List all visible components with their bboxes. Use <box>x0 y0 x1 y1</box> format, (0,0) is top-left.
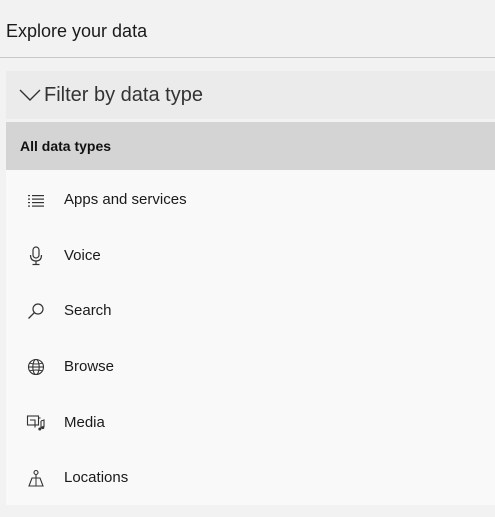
data-type-label: Apps and services <box>64 191 187 208</box>
data-type-item-apps-and-services[interactable]: Apps and services <box>6 178 495 222</box>
data-type-label: Browse <box>64 358 115 375</box>
globe-icon <box>26 357 46 377</box>
data-type-list: All data types Apps and services Voice S… <box>6 122 495 505</box>
microphone-icon <box>26 246 46 266</box>
data-type-label: Search <box>64 302 112 319</box>
media-icon <box>26 413 46 433</box>
data-type-label: Media <box>64 414 105 431</box>
data-type-item-locations[interactable]: Locations <box>6 456 495 500</box>
data-type-item-search[interactable]: Search <box>6 289 495 333</box>
data-type-item-browse[interactable]: Browse <box>6 345 495 389</box>
data-type-item-all[interactable]: All data types <box>6 122 495 170</box>
data-type-item-voice[interactable]: Voice <box>6 234 495 278</box>
list-icon <box>26 190 46 210</box>
chevron-down-icon <box>19 88 41 102</box>
title-divider <box>0 57 495 58</box>
data-type-item-media[interactable]: Media <box>6 401 495 445</box>
data-type-label: All data types <box>20 138 112 154</box>
filter-by-data-type-toggle[interactable]: Filter by data type <box>6 71 495 119</box>
page-title: Explore your data <box>6 21 148 41</box>
location-icon <box>26 468 46 488</box>
data-type-label: Locations <box>64 469 129 486</box>
data-type-label: Voice <box>64 247 101 264</box>
search-icon <box>26 301 46 321</box>
filter-label: Filter by data type <box>44 84 203 106</box>
